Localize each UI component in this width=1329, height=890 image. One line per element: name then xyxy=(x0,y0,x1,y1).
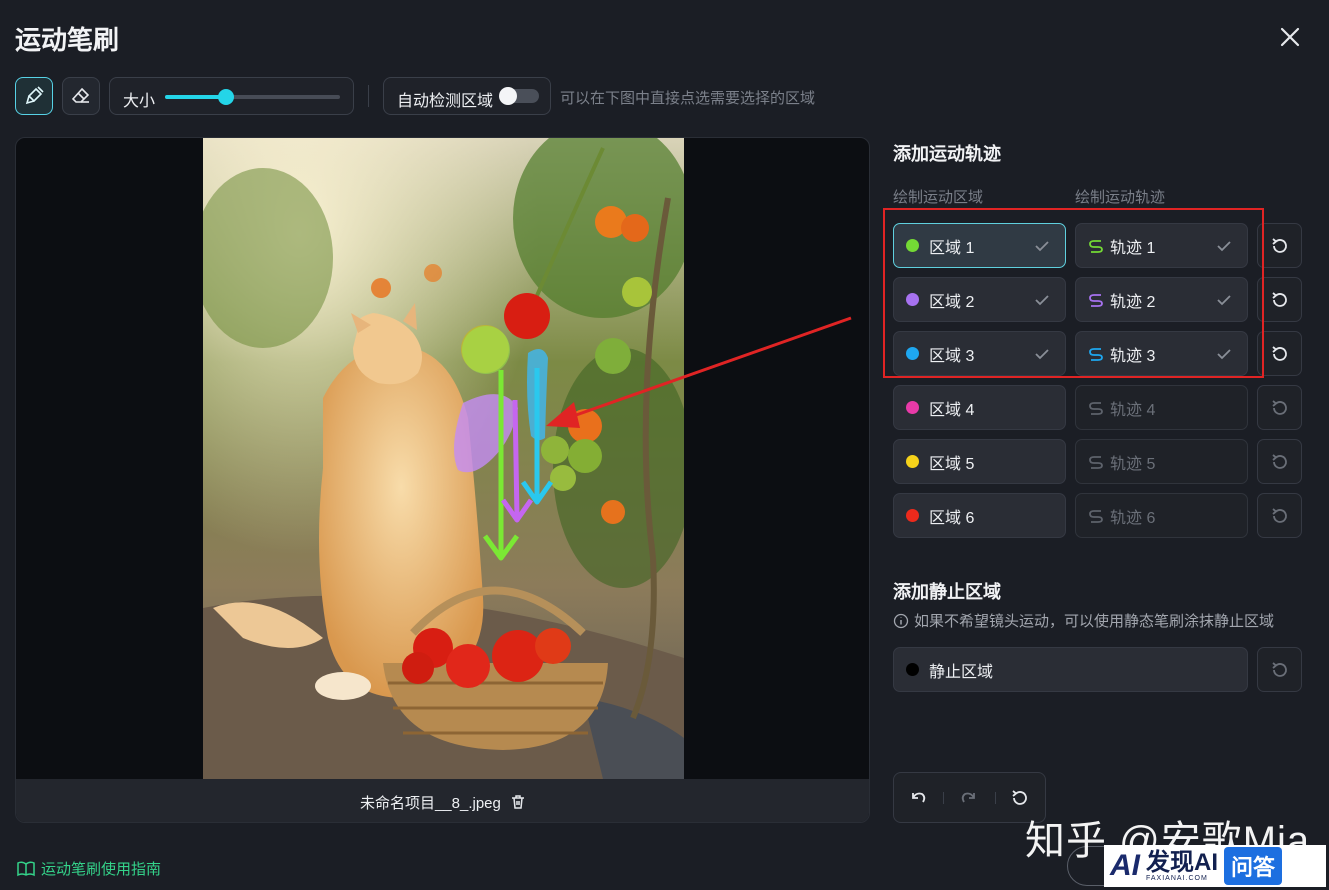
logo-text-block: 发现AI FAXIANAI.COM xyxy=(1146,848,1218,882)
reset-button-5[interactable] xyxy=(1257,439,1302,484)
close-icon[interactable] xyxy=(1276,23,1304,51)
eraser-tool-button[interactable] xyxy=(62,77,100,115)
history-divider xyxy=(943,792,944,804)
toolbar-hint: 可以在下图中直接点选需要选择的区域 xyxy=(560,90,816,107)
area-color-dot xyxy=(906,509,919,522)
track-s-icon xyxy=(1089,455,1103,469)
area-button-5[interactable]: 区域 5 xyxy=(893,439,1066,484)
motion-section-title: 添加运动轨迹 xyxy=(893,144,1001,164)
static-info-text: 如果不希望镜头运动，可以使用静态笔刷涂抹静止区域 xyxy=(914,613,1275,630)
book-icon xyxy=(17,860,35,876)
logo-qa-badge: 问答 xyxy=(1224,847,1283,885)
eraser-icon xyxy=(71,87,90,103)
track-label: 轨迹 4 xyxy=(1110,401,1156,419)
file-name: 未命名项目__8_.jpeg xyxy=(359,795,501,812)
history-controls xyxy=(893,772,1046,823)
static-section-title: 添加静止区域 xyxy=(893,582,1001,602)
static-color-dot xyxy=(906,663,919,676)
brush-size-control: 大小 xyxy=(109,77,354,115)
info-icon xyxy=(893,613,909,628)
area-button-6[interactable]: 区域 6 xyxy=(893,493,1066,538)
brush-tool-button[interactable] xyxy=(15,77,53,115)
reset-icon xyxy=(1271,399,1287,415)
area-label: 区域 5 xyxy=(929,455,975,473)
logo-main-text: 发现AI xyxy=(1146,848,1218,876)
reset-icon xyxy=(1271,291,1287,307)
toolbar-divider xyxy=(368,85,369,107)
area-button-4[interactable]: 区域 4 xyxy=(893,385,1066,430)
highlight-box xyxy=(883,208,1264,378)
logo-sub-text: FAXIANAI.COM xyxy=(1146,874,1208,882)
area-column-label: 绘制运动区域 xyxy=(893,189,984,206)
area-color-dot xyxy=(906,455,919,468)
reset-button-4[interactable] xyxy=(1257,385,1302,430)
reset-icon xyxy=(1271,237,1287,253)
undo-icon[interactable] xyxy=(907,787,929,809)
editing-canvas[interactable]: 未命名项目__8_.jpeg xyxy=(15,137,870,823)
area-label: 区域 6 xyxy=(929,509,975,527)
slider-thumb[interactable] xyxy=(218,89,235,105)
brush-icon xyxy=(25,86,44,105)
static-area-label: 静止区域 xyxy=(929,663,994,681)
guide-link[interactable]: 运动笔刷使用指南 xyxy=(17,858,161,879)
brush-size-label: 大小 xyxy=(123,93,156,110)
track-label: 轨迹 6 xyxy=(1110,509,1156,527)
dialog-title: 运动笔刷 xyxy=(15,25,120,55)
auto-detect-label: 自动检测区域 xyxy=(397,93,494,110)
reset-icon xyxy=(1271,345,1287,361)
reset-icon xyxy=(1271,453,1287,469)
reset-icon xyxy=(1271,507,1287,523)
area-color-dot xyxy=(906,401,919,414)
track-column-label: 绘制运动轨迹 xyxy=(1075,189,1166,206)
track-button-5[interactable]: 轨迹 5 xyxy=(1075,439,1248,484)
reset-button-6[interactable] xyxy=(1257,493,1302,538)
auto-detect-toggle[interactable] xyxy=(499,87,539,105)
static-reset-button[interactable] xyxy=(1257,647,1302,692)
static-info: 如果不希望镜头运动，可以使用静态笔刷涂抹静止区域 xyxy=(893,610,1274,631)
track-label: 轨迹 5 xyxy=(1110,455,1156,473)
guide-link-label: 运动笔刷使用指南 xyxy=(41,861,162,878)
toggle-knob xyxy=(499,87,517,105)
track-button-6[interactable]: 轨迹 6 xyxy=(1075,493,1248,538)
static-area-button[interactable]: 静止区域 xyxy=(893,647,1248,692)
brush-size-slider[interactable] xyxy=(165,89,340,105)
track-s-icon xyxy=(1089,401,1103,415)
faxianai-logo: AI 发现AI FAXIANAI.COM 问答 xyxy=(1104,845,1326,887)
area-label: 区域 4 xyxy=(929,401,975,419)
trash-icon[interactable] xyxy=(509,793,527,811)
auto-detect-control: 自动检测区域 xyxy=(383,77,551,115)
history-divider xyxy=(995,792,996,804)
slider-fill xyxy=(165,95,227,99)
redo-icon[interactable] xyxy=(958,787,980,809)
logo-ai-mark: AI xyxy=(1110,849,1140,882)
reset-all-icon[interactable] xyxy=(1009,787,1031,809)
track-s-icon xyxy=(1089,509,1103,523)
cat-tomato-photo[interactable] xyxy=(203,138,684,779)
file-name-row: 未命名项目__8_.jpeg xyxy=(16,792,869,813)
file-bar: 未命名项目__8_.jpeg xyxy=(16,779,869,822)
reset-icon xyxy=(1271,661,1287,677)
track-button-4[interactable]: 轨迹 4 xyxy=(1075,385,1248,430)
